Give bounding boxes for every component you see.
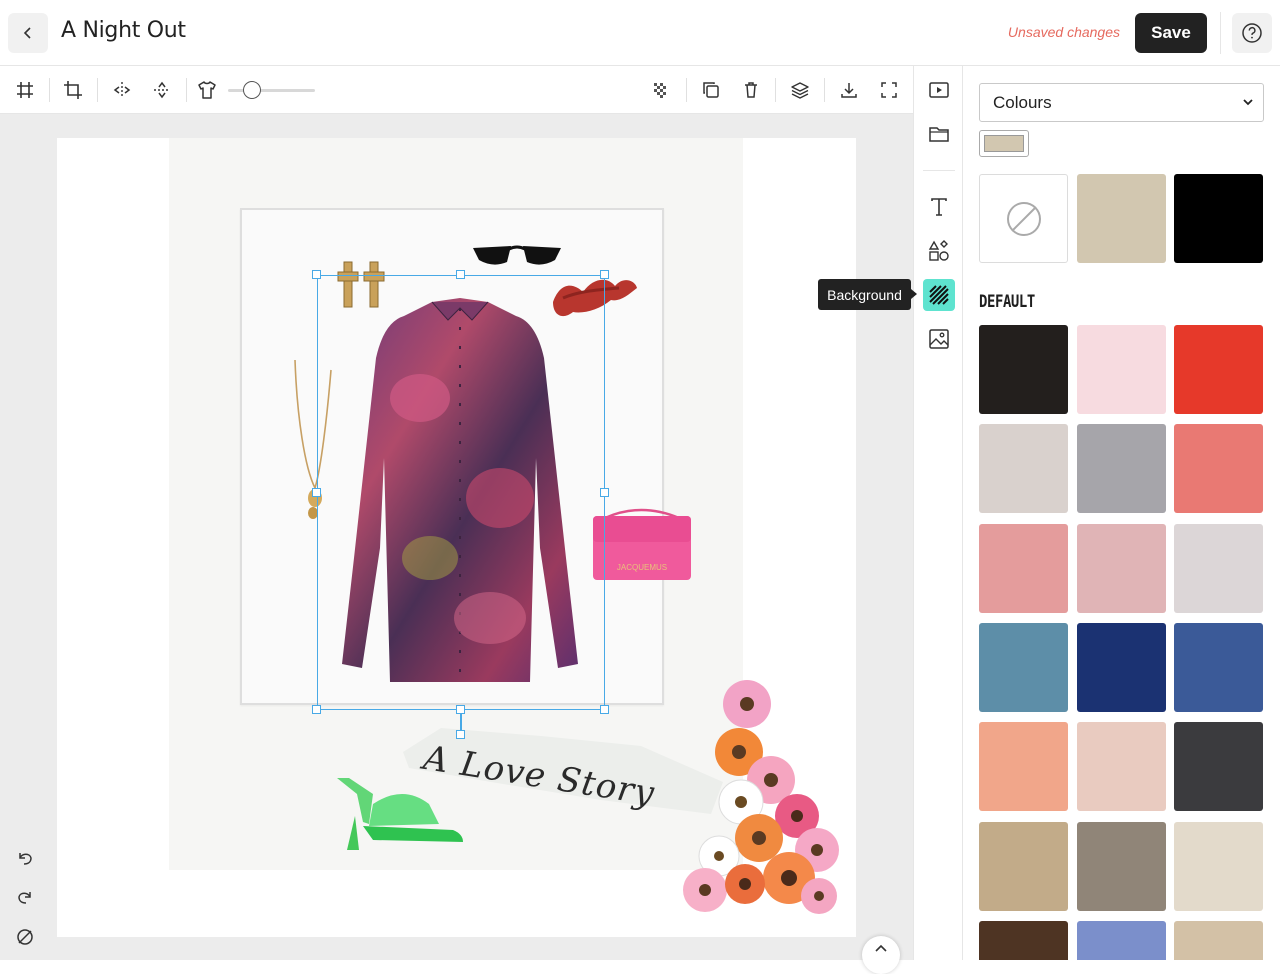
gerbera-flowers-image[interactable] — [679, 678, 841, 916]
top-bar: A Night Out Unsaved changes Save — [0, 0, 1280, 66]
background-type-select[interactable]: Colours — [979, 83, 1264, 122]
clear-icon[interactable] — [14, 926, 36, 948]
shirt-icon[interactable] — [195, 78, 219, 102]
image-icon[interactable] — [926, 326, 952, 352]
chevron-down-icon — [1243, 99, 1253, 106]
resize-handle-top[interactable] — [456, 270, 465, 279]
resize-handle-top-left[interactable] — [312, 270, 321, 279]
divider — [49, 78, 50, 102]
resize-handle-bottom[interactable] — [456, 705, 465, 714]
default-color-tile[interactable] — [979, 622, 1068, 712]
unsaved-changes-label: Unsaved changes — [1007, 24, 1120, 40]
crop-icon[interactable] — [61, 78, 85, 102]
default-color-tile[interactable] — [1174, 920, 1263, 960]
default-color-tile[interactable] — [1077, 821, 1166, 911]
undo-icon[interactable] — [14, 847, 36, 869]
background-panel: Colours DEFAULT — [963, 66, 1280, 960]
opacity-slider-track[interactable] — [228, 89, 315, 92]
fullscreen-icon[interactable] — [877, 78, 901, 102]
transparency-icon[interactable] — [649, 78, 673, 102]
help-icon — [1242, 23, 1262, 43]
background-tooltip: Background — [818, 279, 911, 310]
back-button[interactable] — [8, 13, 48, 53]
no-color-tile[interactable] — [979, 174, 1068, 263]
tooltip-arrow — [911, 289, 917, 299]
default-color-tile[interactable] — [1174, 622, 1263, 712]
text-icon[interactable] — [926, 194, 952, 220]
default-color-tile[interactable] — [979, 821, 1068, 911]
divider — [1220, 12, 1221, 54]
resize-handle-bottom-left[interactable] — [312, 705, 321, 714]
canvas-area: JACQUEMUS A Love Story — [0, 114, 913, 960]
handbag-brand-label: JACQUEMUS — [617, 563, 667, 572]
resize-handle-right[interactable] — [600, 488, 609, 497]
shapes-icon[interactable] — [926, 238, 952, 264]
download-icon[interactable] — [837, 78, 861, 102]
green-heels-image[interactable] — [333, 774, 469, 852]
divider — [686, 78, 687, 102]
default-color-tile[interactable] — [979, 722, 1068, 812]
trash-icon[interactable] — [739, 78, 763, 102]
default-color-tile[interactable] — [1174, 424, 1263, 514]
default-color-tile[interactable] — [1077, 523, 1166, 613]
rotate-handle[interactable] — [456, 730, 465, 739]
flip-vertical-icon[interactable] — [150, 78, 174, 102]
moodboard-canvas[interactable]: JACQUEMUS A Love Story — [57, 138, 856, 937]
background-icon[interactable] — [923, 279, 955, 311]
canvas-toolbar — [0, 66, 913, 114]
tool-rail — [913, 66, 963, 960]
current-color-swatch[interactable] — [979, 130, 1029, 157]
default-color-tile[interactable] — [1174, 821, 1263, 911]
help-button[interactable] — [1232, 13, 1272, 53]
flip-horizontal-icon[interactable] — [110, 78, 134, 102]
layers-icon[interactable] — [788, 78, 812, 102]
default-color-tile[interactable] — [979, 424, 1068, 514]
folder-icon[interactable] — [926, 121, 952, 147]
resize-handle-left[interactable] — [312, 488, 321, 497]
grid-icon[interactable] — [13, 78, 37, 102]
default-color-tile[interactable] — [1174, 523, 1263, 613]
default-color-tile[interactable] — [1174, 722, 1263, 812]
current-color-fill — [984, 135, 1024, 152]
sunglasses-image[interactable] — [471, 242, 563, 268]
default-color-tile[interactable] — [1077, 424, 1166, 514]
no-color-icon — [1006, 201, 1041, 236]
default-color-tile[interactable] — [979, 920, 1068, 960]
opacity-slider-handle[interactable] — [243, 81, 261, 99]
pink-handbag-image[interactable]: JACQUEMUS — [591, 506, 693, 582]
scroll-up-button[interactable] — [862, 936, 900, 974]
recent-color-tile[interactable] — [1077, 174, 1166, 263]
default-color-tile[interactable] — [1077, 722, 1166, 812]
selection-box[interactable] — [317, 275, 605, 710]
default-color-tile[interactable] — [1077, 622, 1166, 712]
recent-color-tile[interactable] — [1174, 174, 1263, 263]
save-button[interactable]: Save — [1135, 13, 1207, 53]
divider — [97, 78, 98, 102]
resize-handle-bottom-right[interactable] — [600, 705, 609, 714]
divider — [824, 78, 825, 102]
default-color-tile[interactable] — [1077, 325, 1166, 414]
duplicate-icon[interactable] — [699, 78, 723, 102]
divider — [775, 78, 776, 102]
default-color-tile[interactable] — [1174, 325, 1263, 414]
page-title[interactable]: A Night Out — [61, 18, 186, 43]
default-colors-heading: DEFAULT — [979, 292, 1035, 312]
select-value: Colours — [993, 92, 1052, 112]
chevron-up-icon — [875, 944, 887, 952]
default-color-tile[interactable] — [979, 523, 1068, 613]
present-icon[interactable] — [926, 77, 952, 103]
redo-icon[interactable] — [14, 886, 36, 908]
divider — [186, 78, 187, 102]
resize-handle-top-right[interactable] — [600, 270, 609, 279]
divider — [923, 170, 955, 171]
default-color-tile[interactable] — [979, 325, 1068, 414]
default-color-tile[interactable] — [1077, 920, 1166, 960]
chevron-left-icon — [23, 27, 31, 39]
